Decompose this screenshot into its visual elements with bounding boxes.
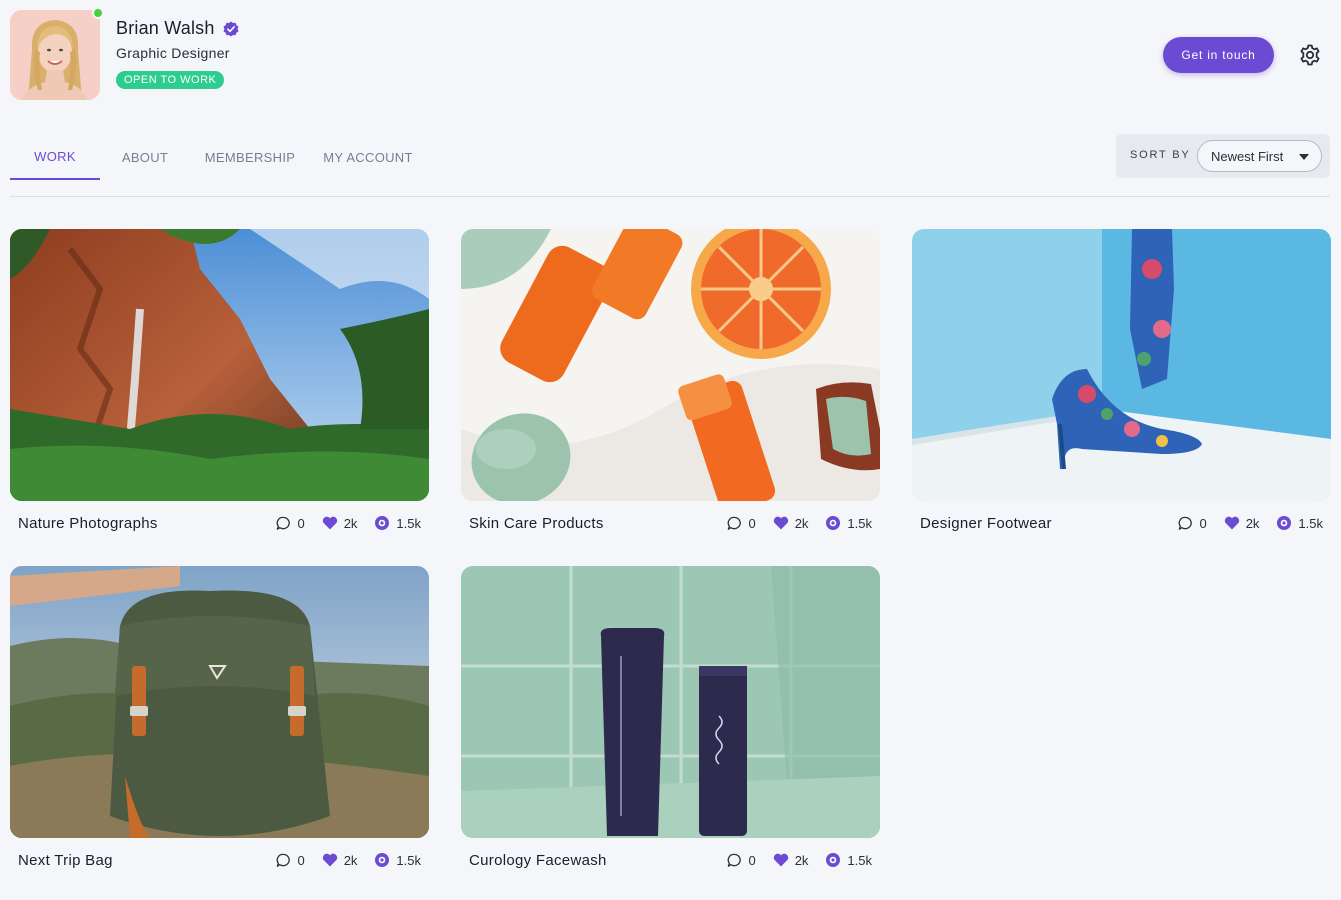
- views-count: 1.5k: [396, 852, 421, 868]
- avatar-image: [10, 10, 100, 100]
- tabs-divider: [10, 196, 1330, 197]
- sort-control: SORT BY Newest First: [1116, 134, 1330, 178]
- profile-header: Brian Walsh Graphic Designer OPEN TO WOR…: [10, 7, 1330, 100]
- status-badge: OPEN TO WORK: [116, 71, 225, 89]
- likes-count: 2k: [794, 852, 809, 868]
- project-stats: 0 2k 1.5k: [1161, 515, 1323, 531]
- views-count: 1.5k: [847, 852, 872, 868]
- views-count: 1.5k: [1298, 515, 1323, 531]
- comments-count: 0: [1199, 515, 1207, 531]
- heart-icon: [773, 853, 788, 867]
- heart-icon: [322, 853, 337, 867]
- project-card[interactable]: Designer Footwear 0 2k 1.5k: [912, 229, 1331, 539]
- eye-icon: [826, 516, 841, 530]
- likes-stat[interactable]: 2k: [773, 852, 809, 868]
- views-count: 1.5k: [847, 515, 872, 531]
- profile-name-row: Brian Walsh: [116, 18, 239, 39]
- get-in-touch-button[interactable]: Get in touch: [1163, 37, 1274, 73]
- likes-stat[interactable]: 2k: [773, 515, 809, 531]
- project-card[interactable]: Nature Photographs 0 2k 1.5k: [10, 229, 429, 539]
- speech-bubble-icon: [277, 853, 291, 867]
- likes-count: 2k: [1245, 515, 1260, 531]
- project-card-footer: Curology Facewash 0 2k 1.5k: [461, 848, 880, 872]
- tab-about[interactable]: ABOUT: [110, 135, 180, 180]
- project-card[interactable]: Next Trip Bag 0 2k 1.5k: [10, 566, 429, 876]
- project-thumbnail-bag[interactable]: [10, 566, 429, 838]
- speech-bubble-icon: [728, 516, 742, 530]
- project-title[interactable]: Designer Footwear: [920, 515, 1052, 532]
- comments-count: 0: [297, 515, 305, 531]
- speech-bubble-icon: [728, 853, 742, 867]
- project-card-footer: Designer Footwear 0 2k 1.5k: [912, 511, 1331, 535]
- comments-stat[interactable]: 0: [727, 515, 756, 531]
- project-card-footer: Nature Photographs 0 2k 1.5k: [10, 511, 429, 535]
- heart-icon: [1224, 516, 1239, 530]
- project-stats: 0 2k 1.5k: [710, 852, 872, 868]
- profile-role: Graphic Designer: [116, 45, 230, 61]
- project-stats: 0 2k 1.5k: [259, 515, 421, 531]
- views-count: 1.5k: [396, 515, 421, 531]
- speech-bubble-icon: [277, 516, 291, 530]
- project-stats: 0 2k 1.5k: [259, 852, 421, 868]
- eye-icon: [1277, 516, 1292, 530]
- heart-icon: [322, 516, 337, 530]
- likes-stat[interactable]: 2k: [1224, 515, 1260, 531]
- tab-membership[interactable]: MEMBERSHIP: [200, 135, 300, 180]
- project-thumbnail-skin-care[interactable]: [461, 229, 880, 501]
- project-title[interactable]: Curology Facewash: [469, 852, 607, 869]
- sort-selected-value: Newest First: [1211, 148, 1284, 164]
- views-stat[interactable]: 1.5k: [374, 852, 421, 868]
- eye-icon: [826, 853, 841, 867]
- project-thumbnail-footwear[interactable]: [912, 229, 1331, 501]
- avatar[interactable]: [10, 7, 104, 100]
- project-thumbnail-facewash[interactable]: [461, 566, 880, 838]
- likes-count: 2k: [343, 852, 358, 868]
- verified-badge-icon: [223, 21, 239, 37]
- eye-icon: [375, 853, 390, 867]
- comments-stat[interactable]: 0: [1178, 515, 1207, 531]
- views-stat[interactable]: 1.5k: [825, 515, 872, 531]
- comments-stat[interactable]: 0: [276, 515, 305, 531]
- project-title[interactable]: Next Trip Bag: [18, 852, 113, 869]
- sort-select[interactable]: Newest First: [1197, 140, 1322, 172]
- heart-icon: [773, 516, 788, 530]
- tab-work[interactable]: WORK: [10, 135, 100, 180]
- comments-count: 0: [748, 515, 756, 531]
- comments-stat[interactable]: 0: [727, 852, 756, 868]
- eye-icon: [375, 516, 390, 530]
- likes-stat[interactable]: 2k: [322, 852, 358, 868]
- speech-bubble-icon: [1179, 516, 1193, 530]
- project-thumbnail-nature[interactable]: [10, 229, 429, 501]
- comments-stat[interactable]: 0: [276, 852, 305, 868]
- views-stat[interactable]: 1.5k: [1276, 515, 1323, 531]
- views-stat[interactable]: 1.5k: [825, 852, 872, 868]
- gear-icon[interactable]: [1298, 43, 1322, 67]
- project-title[interactable]: Nature Photographs: [18, 515, 158, 532]
- likes-count: 2k: [794, 515, 809, 531]
- tab-my-account[interactable]: MY ACCOUNT: [316, 135, 420, 180]
- project-stats: 0 2k 1.5k: [710, 515, 872, 531]
- likes-count: 2k: [343, 515, 358, 531]
- likes-stat[interactable]: 2k: [322, 515, 358, 531]
- views-stat[interactable]: 1.5k: [374, 515, 421, 531]
- project-card-footer: Next Trip Bag 0 2k 1.5k: [10, 848, 429, 872]
- chevron-down-icon: [1299, 154, 1309, 160]
- comments-count: 0: [748, 852, 756, 868]
- project-card-footer: Skin Care Products 0 2k 1.5k: [461, 511, 880, 535]
- profile-name: Brian Walsh: [116, 18, 215, 38]
- comments-count: 0: [297, 852, 305, 868]
- sort-label: SORT BY: [1130, 149, 1191, 161]
- online-status-dot: [92, 7, 104, 19]
- project-title[interactable]: Skin Care Products: [469, 515, 604, 532]
- project-card[interactable]: Curology Facewash 0 2k 1.5k: [461, 566, 880, 876]
- project-card[interactable]: Skin Care Products 0 2k 1.5k: [461, 229, 880, 539]
